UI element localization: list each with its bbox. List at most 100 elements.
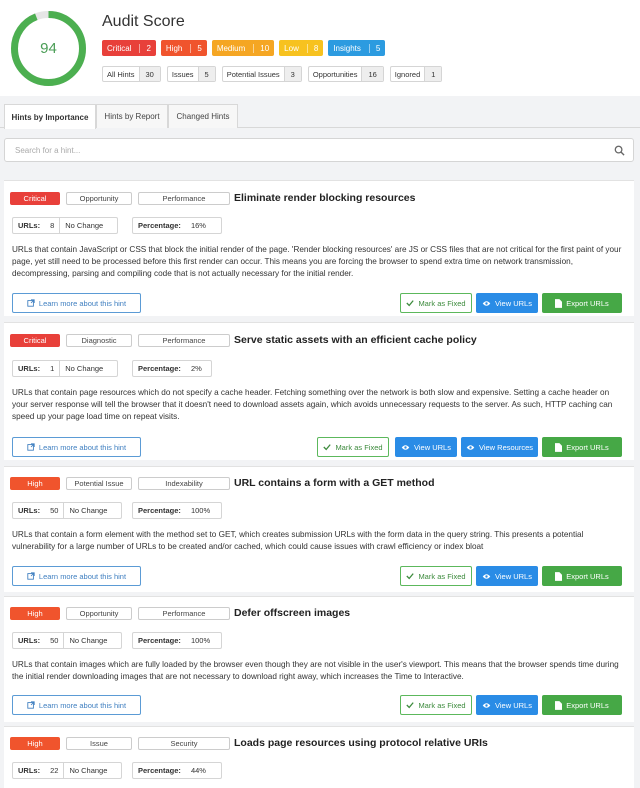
- document-icon: [555, 442, 563, 452]
- severity-badge: Critical: [10, 192, 60, 205]
- mark-as-fixed-label: Mark as Fixed: [418, 298, 466, 308]
- mark-as-fixed-label: Mark as Fixed: [418, 700, 466, 710]
- percentage-label: Percentage:: [138, 636, 181, 645]
- check-icon: [406, 573, 415, 580]
- severity-label: Insights: [333, 43, 361, 53]
- hint-category-badge: Performance: [138, 607, 230, 620]
- change-status: No Change: [63, 763, 112, 778]
- percentage-value: 2%: [190, 364, 202, 373]
- audit-score-value: 94: [40, 40, 57, 57]
- view-urls-button[interactable]: View URLs: [395, 437, 457, 457]
- severity-filter-medium[interactable]: Medium 10: [211, 40, 275, 56]
- percentage-value: 44%: [190, 766, 206, 775]
- mark-as-fixed-button[interactable]: Mark as Fixed: [400, 566, 472, 586]
- hint-category-badge: Performance: [138, 192, 230, 205]
- percentage-stat: Percentage: 2%: [132, 360, 212, 377]
- search-icon[interactable]: [614, 145, 625, 156]
- learn-more-button[interactable]: Learn more about this hint: [12, 293, 141, 313]
- tab-changed-hints[interactable]: Changed Hints: [168, 104, 238, 128]
- search-input[interactable]: [5, 139, 605, 161]
- hint-category-badge: Security: [138, 737, 230, 750]
- filter-all-hints[interactable]: All Hints 30: [102, 66, 161, 82]
- export-urls-label: Export URLs: [566, 298, 609, 308]
- tab-hints-by-importance[interactable]: Hints by Importance: [4, 104, 96, 129]
- tab-hints-by-report[interactable]: Hints by Report: [96, 104, 168, 128]
- severity-label: Critical: [107, 43, 132, 53]
- hint-type-filters: All Hints 30 Issues 5 Potential Issues 3…: [102, 66, 443, 82]
- filter-ignored[interactable]: Ignored 1: [389, 66, 443, 82]
- percentage-stat: Percentage: 100%: [132, 502, 222, 519]
- export-urls-label: Export URLs: [566, 700, 609, 710]
- severity-filter-critical[interactable]: Critical 2: [102, 40, 156, 56]
- percentage-label: Percentage:: [138, 221, 181, 230]
- hint-search: [4, 138, 634, 162]
- filter-label: Ignored: [394, 69, 421, 79]
- filter-potential-issues[interactable]: Potential Issues 3: [221, 66, 302, 82]
- eye-icon: [482, 300, 491, 306]
- severity-count: 5: [368, 43, 380, 53]
- percentage-stat: Percentage: 44%: [132, 762, 222, 779]
- filter-count: 3: [283, 67, 301, 81]
- view-urls-button[interactable]: View URLs: [476, 566, 538, 586]
- urls-label: URLs:: [18, 636, 41, 645]
- hint-description: URLs that contain a form element with th…: [12, 530, 584, 551]
- severity-filter-insights[interactable]: Insights 5: [328, 40, 386, 56]
- severity-count: 8: [306, 43, 318, 53]
- severity-count: 10: [253, 43, 269, 53]
- filter-count: 16: [361, 67, 383, 81]
- hint-title: Defer offscreen images: [234, 607, 351, 619]
- hint-title: Loads page resources using protocol rela…: [234, 737, 488, 749]
- mark-as-fixed-button[interactable]: Mark as Fixed: [400, 695, 472, 715]
- hint-title: Eliminate render blocking resources: [234, 192, 416, 204]
- hint-type-badge: Opportunity: [66, 192, 132, 205]
- urls-stat: URLs: 50 No Change: [12, 502, 122, 519]
- severity-filters: Critical 2 High 5 Medium 10 Low 8 Insigh…: [102, 40, 386, 56]
- export-urls-button[interactable]: Export URLs: [542, 437, 622, 457]
- filter-issues[interactable]: Issues 5: [166, 66, 216, 82]
- urls-label: URLs:: [18, 766, 41, 775]
- hint-card: High Potential Issue Indexability URL co…: [4, 466, 634, 592]
- hint-card: High Opportunity Performance Defer offsc…: [4, 596, 634, 722]
- eye-icon: [466, 444, 475, 450]
- filter-count: 30: [138, 67, 160, 81]
- percentage-stat: Percentage: 16%: [132, 217, 222, 234]
- export-urls-label: Export URLs: [566, 442, 609, 452]
- learn-more-button[interactable]: Learn more about this hint: [12, 437, 141, 457]
- view-resources-button[interactable]: View Resources: [461, 437, 538, 457]
- hint-card: High Issue Security Loads page resources…: [4, 726, 634, 788]
- hint-tabs: Hints by Importance Hints by Report Chan…: [0, 104, 640, 129]
- percentage-value: 100%: [190, 636, 211, 645]
- urls-stat: URLs: 22 No Change: [12, 762, 122, 779]
- view-urls-button[interactable]: View URLs: [476, 695, 538, 715]
- severity-badge: High: [10, 607, 60, 620]
- view-urls-button[interactable]: View URLs: [476, 293, 538, 313]
- filter-opportunities[interactable]: Opportunities 16: [307, 66, 384, 82]
- learn-more-button[interactable]: Learn more about this hint: [12, 695, 141, 715]
- mark-as-fixed-button[interactable]: Mark as Fixed: [317, 437, 389, 457]
- urls-count: 50: [50, 506, 59, 515]
- audit-title: Audit Score: [102, 13, 185, 30]
- mark-as-fixed-button[interactable]: Mark as Fixed: [400, 293, 472, 313]
- learn-more-label: Learn more about this hint: [38, 298, 127, 308]
- check-icon: [406, 300, 415, 307]
- urls-count: 8: [50, 221, 55, 230]
- urls-label: URLs:: [18, 221, 41, 230]
- export-urls-button[interactable]: Export URLs: [542, 293, 622, 313]
- export-urls-button[interactable]: Export URLs: [542, 695, 622, 715]
- external-link-icon: [27, 572, 35, 580]
- export-urls-button[interactable]: Export URLs: [542, 566, 622, 586]
- document-icon: [555, 571, 563, 581]
- filter-label: Opportunities: [312, 69, 358, 79]
- percentage-label: Percentage:: [138, 506, 181, 515]
- learn-more-button[interactable]: Learn more about this hint: [12, 566, 141, 586]
- percentage-label: Percentage:: [138, 364, 181, 373]
- document-icon: [555, 700, 563, 710]
- hint-description: URLs that contain images which are fully…: [12, 660, 619, 681]
- severity-filter-low[interactable]: Low 8: [279, 40, 324, 56]
- hint-description: URLs that contain page resources which d…: [12, 388, 613, 421]
- mark-as-fixed-label: Mark as Fixed: [418, 571, 466, 581]
- severity-badge: High: [10, 737, 60, 750]
- severity-filter-high[interactable]: High 5: [160, 40, 207, 56]
- change-status: No Change: [59, 361, 108, 376]
- check-icon: [406, 702, 415, 709]
